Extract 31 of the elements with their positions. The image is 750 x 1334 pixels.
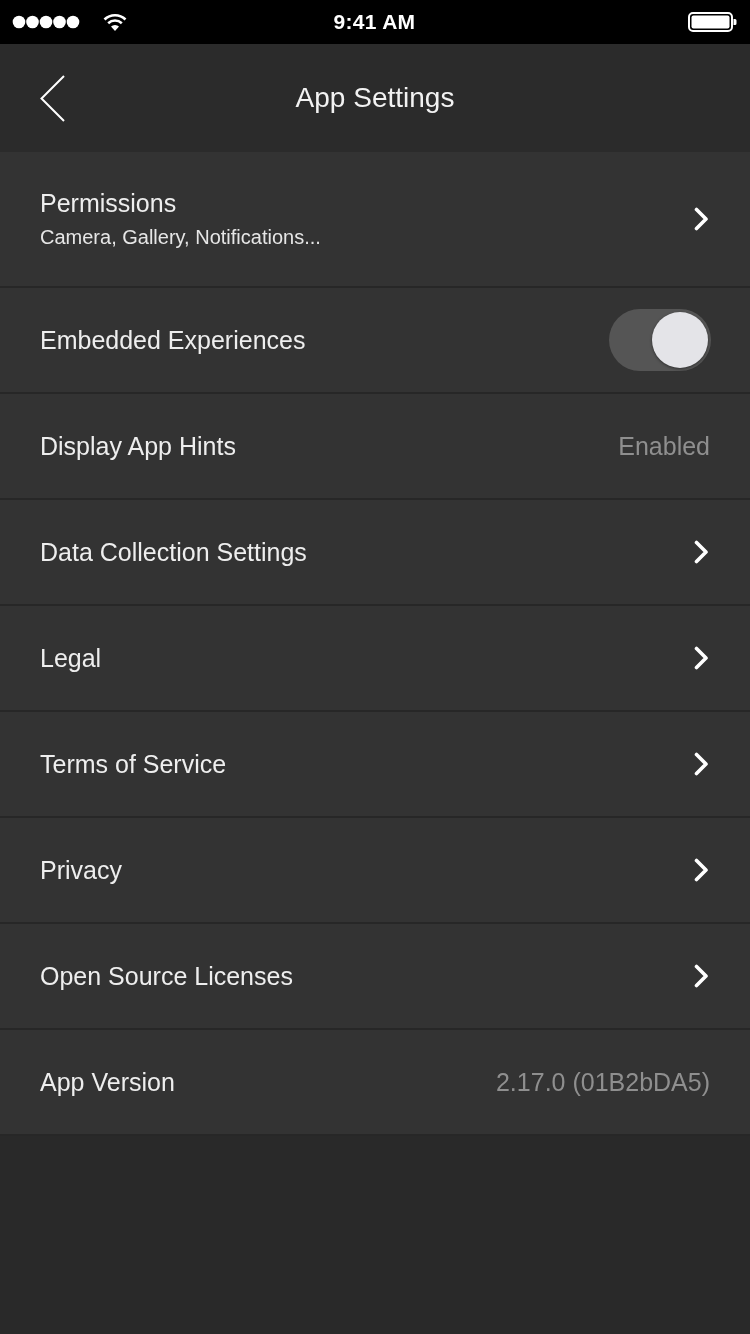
chevron-right-icon bbox=[694, 858, 709, 882]
setting-subtitle: Camera, Gallery, Notifications... bbox=[40, 226, 321, 249]
setting-title: Privacy bbox=[40, 855, 122, 885]
settings-row[interactable]: Data Collection Settings bbox=[0, 500, 750, 606]
setting-value: 2.17.0 (01B2bDA5) bbox=[495, 1067, 710, 1097]
signal-strength-icon bbox=[12, 15, 80, 29]
status-time: 9:41 AM bbox=[333, 10, 416, 34]
chevron-right-icon bbox=[694, 964, 709, 988]
settings-row[interactable]: Permissions Camera, Gallery, Notifications... bbox=[0, 152, 750, 288]
battery-icon bbox=[688, 12, 737, 32]
setting-title: Legal bbox=[40, 643, 102, 673]
settings-row[interactable]: Terms of Service bbox=[0, 712, 750, 818]
settings-row[interactable]: Legal bbox=[0, 606, 750, 712]
setting-title: Data Collection Settings bbox=[40, 537, 307, 567]
setting-title: Terms of Service bbox=[40, 749, 227, 779]
settings-row[interactable]: Privacy bbox=[0, 818, 750, 924]
setting-title: App Version bbox=[40, 1067, 175, 1097]
chevron-right-icon bbox=[694, 752, 709, 776]
setting-title: Display App Hints bbox=[40, 431, 236, 461]
setting-title: Permissions bbox=[40, 189, 178, 218]
chevron-right-icon bbox=[694, 207, 709, 231]
back-button[interactable] bbox=[40, 74, 65, 122]
wifi-icon bbox=[103, 13, 127, 31]
screen-title: App Settings bbox=[295, 82, 455, 114]
chevron-right-icon bbox=[694, 646, 709, 670]
chevron-right-icon bbox=[694, 540, 709, 564]
setting-title: Open Source Licenses bbox=[40, 961, 293, 991]
back-icon bbox=[40, 74, 65, 122]
setting-title: Embedded Experiences bbox=[40, 325, 306, 355]
settings-row[interactable]: Open Source Licenses bbox=[0, 924, 750, 1030]
setting-value: Enabled bbox=[618, 431, 710, 461]
